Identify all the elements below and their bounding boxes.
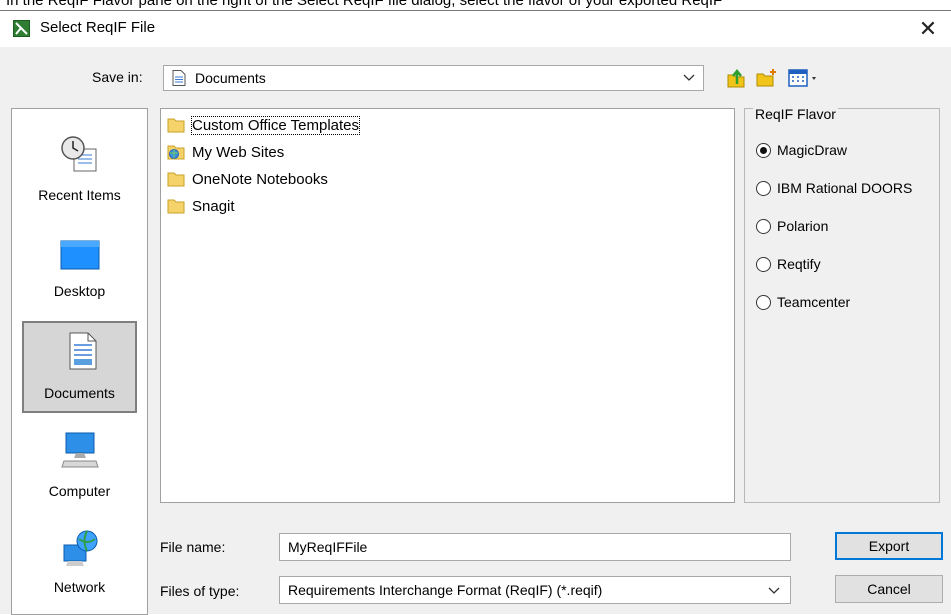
close-icon: ✕ [918,16,938,41]
save-in-label: Save in: [92,69,143,85]
reqif-flavor-legend: ReqIF Flavor [753,106,838,122]
chevron-down-icon [683,74,695,81]
place-recent-items[interactable]: Recent Items [22,127,137,219]
new-folder-icon[interactable] [754,66,778,90]
file-name: OneNote Notebooks [192,170,328,188]
network-icon [63,530,98,566]
place-computer[interactable]: Computer [22,423,137,515]
instruction-caption-text: In the ReqIF Flavor pane on the right of… [6,0,723,9]
places-bar: Recent Items Desktop Documents Computer … [11,108,148,615]
place-documents[interactable]: Documents [22,321,137,413]
place-label: Computer [48,483,111,499]
documents-small-icon [172,70,186,86]
computer-icon [61,432,99,468]
cancel-button[interactable]: Cancel [835,575,943,603]
place-network[interactable]: Network [22,521,137,613]
radio-label: Polarion [777,218,829,234]
export-button[interactable]: Export [835,532,943,560]
radio-circle [756,180,771,196]
radio-circle [756,142,771,158]
radio-circle [756,294,771,310]
file-name-input[interactable] [279,533,791,561]
web-folder-icon [167,145,185,160]
list-item-custom-office-templates[interactable]: Custom Office Templates [167,114,361,136]
save-in-value: Documents [195,70,266,86]
radio-ibm-rational-doors[interactable]: IBM Rational DOORS [756,178,912,198]
place-label: Network [53,579,106,595]
title-bar: Select ReqIF File ✕ [0,11,951,47]
file-type-label: Files of type: [160,583,240,599]
file-name: My Web Sites [192,143,285,161]
recent-items-icon [61,136,97,172]
desktop-icon [60,240,100,270]
instruction-caption: In the ReqIF Flavor pane on the right of… [0,0,951,10]
file-name: Snagit [192,197,235,215]
radio-magicdraw[interactable]: MagicDraw [756,140,847,160]
radio-circle [756,256,771,272]
file-name-label: File name: [160,539,226,555]
up-one-level-icon[interactable] [724,66,748,90]
documents-icon [69,332,97,370]
radio-reqtify[interactable]: Reqtify [756,254,821,274]
view-menu-icon[interactable] [787,66,821,90]
folder-icon [167,199,185,214]
file-list[interactable]: Custom Office Templates My Web Sites One… [160,108,735,503]
list-item-my-web-sites[interactable]: My Web Sites [167,141,284,163]
chevron-down-icon [768,587,780,594]
reqif-flavor-pane: ReqIF Flavor MagicDraw IBM Rational DOOR… [744,106,940,503]
place-label: Desktop [53,283,106,299]
folder-icon [167,118,185,133]
window-title: Select ReqIF File [40,19,156,36]
place-desktop[interactable]: Desktop [22,227,137,319]
radio-label: MagicDraw [777,142,848,158]
radio-polarion[interactable]: Polarion [756,216,828,236]
place-label: Documents [44,385,115,401]
place-label: Recent Items [38,187,121,203]
close-button[interactable]: ✕ [905,11,951,47]
select-reqif-dialog: Select ReqIF File ✕ Save in: Documents R… [0,10,951,615]
app-icon [13,20,30,37]
list-item-snagit[interactable]: Snagit [167,195,235,217]
folder-icon [167,172,185,187]
save-in-dropdown[interactable]: Documents [163,65,704,91]
file-type-value: Requirements Interchange Format (ReqIF) … [288,582,603,598]
list-item-onenote-notebooks[interactable]: OneNote Notebooks [167,168,328,190]
file-type-dropdown[interactable]: Requirements Interchange Format (ReqIF) … [279,576,791,604]
radio-circle [756,218,771,234]
file-name: Custom Office Templates [190,115,361,135]
radio-label: IBM Rational DOORS [777,180,913,196]
radio-label: Teamcenter [777,294,851,310]
radio-label: Reqtify [777,256,821,272]
radio-teamcenter[interactable]: Teamcenter [756,292,850,312]
